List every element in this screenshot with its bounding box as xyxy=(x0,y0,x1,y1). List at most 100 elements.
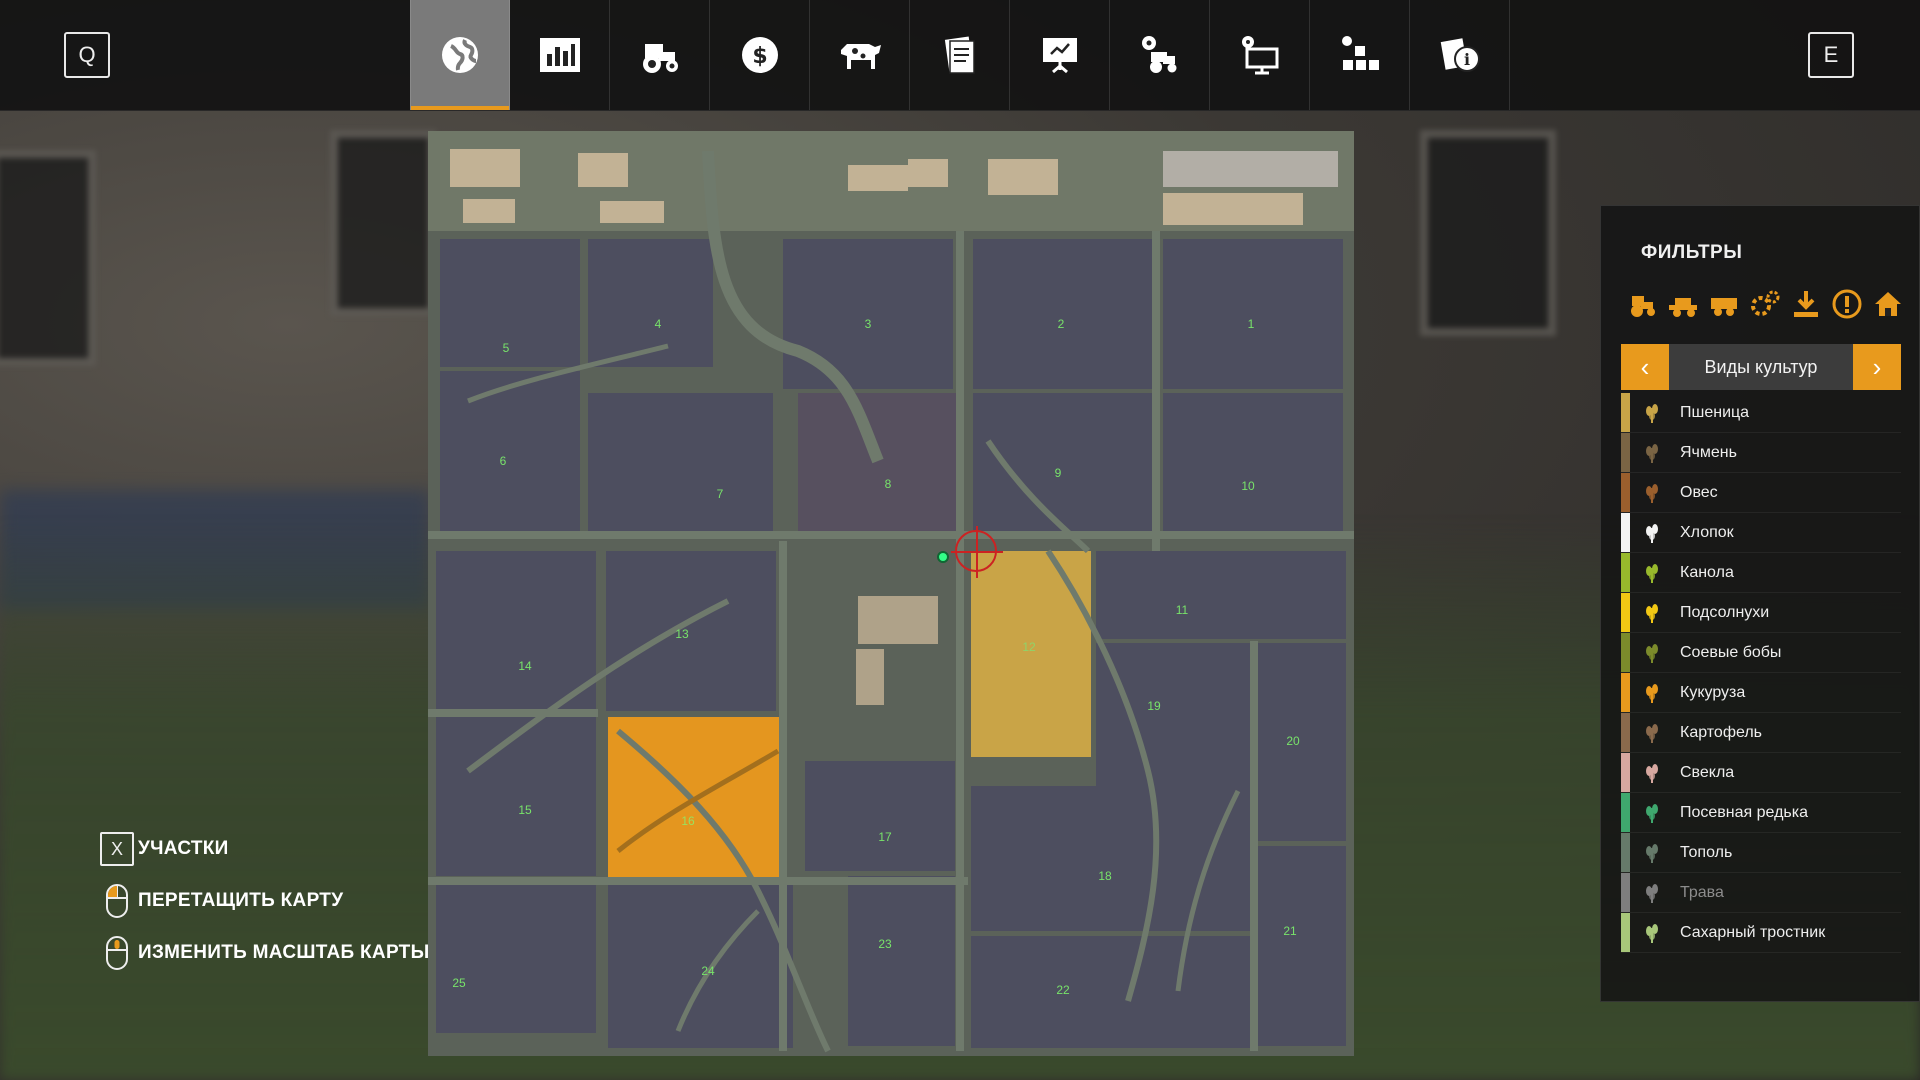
controls-legend: X УЧАСТКИ ПЕРЕТАЩИТЬ КАРТУ ИЗМЕНИТЬ МАСШ… xyxy=(100,823,429,979)
map-roads xyxy=(428,150,1354,1053)
prev-page-key[interactable]: Q xyxy=(64,32,110,78)
info-icon: i xyxy=(1440,38,1480,72)
crop-filter-item[interactable]: Пшеница xyxy=(1621,393,1901,433)
crop-filter-item[interactable]: Тополь xyxy=(1621,833,1901,873)
filter-icon-row xyxy=(1626,288,1904,320)
crop-label: Сахарный тростник xyxy=(1680,923,1826,941)
tab-animals[interactable] xyxy=(810,0,910,110)
farm-map[interactable]: 1 2 3 4 5 6 7 8 9 10 11 12 13 14 15 16 1… xyxy=(428,131,1354,1056)
selector-next-button[interactable]: › xyxy=(1853,344,1901,390)
tab-map[interactable] xyxy=(410,0,510,110)
beet-icon xyxy=(1640,761,1664,785)
crop-color-swatch xyxy=(1621,753,1630,792)
crop-filter-item[interactable]: Овес xyxy=(1621,473,1901,513)
selector-label: Виды культур xyxy=(1669,344,1853,390)
crop-color-swatch xyxy=(1621,633,1630,672)
crop-list: Пшеница Ячмень Овес Хлопок Канола Подсолнухи С… xyxy=(1621,393,1901,953)
field-number-19: 19 xyxy=(1147,699,1161,713)
crop-filter-item[interactable]: Сахарный тростник xyxy=(1621,913,1901,953)
canola-icon xyxy=(1640,561,1664,585)
home-icon[interactable] xyxy=(1872,288,1904,320)
legend-label: УЧАСТКИ xyxy=(138,838,229,859)
chevron-left-icon: ‹ xyxy=(1640,351,1650,382)
legend-label: ПЕРЕТАЩИТЬ КАРТУ xyxy=(138,890,344,911)
tab-help[interactable]: i xyxy=(1410,0,1510,110)
warning-icon[interactable] xyxy=(1831,288,1863,320)
svg-text:$: $ xyxy=(752,44,767,69)
tab-contracts[interactable] xyxy=(910,0,1010,110)
field-number-15: 15 xyxy=(518,803,532,817)
tab-vehicles[interactable] xyxy=(610,0,710,110)
dollar-icon: $ xyxy=(741,37,778,73)
crop-label: Соевые бобы xyxy=(1680,643,1782,661)
crop-label: Посевная редька xyxy=(1680,803,1809,821)
mouse-left-icon xyxy=(106,884,128,918)
field-number-21: 21 xyxy=(1283,924,1297,938)
field-number-7: 7 xyxy=(716,487,724,501)
mouse-wheel-icon xyxy=(106,936,128,970)
potato-icon xyxy=(1640,721,1664,745)
field-number-24: 24 xyxy=(701,964,715,978)
field-number-2: 2 xyxy=(1057,317,1065,331)
sunflower-icon xyxy=(1640,601,1664,625)
key-x: X xyxy=(100,832,134,866)
filters-title: ФИЛЬТРЫ xyxy=(1641,242,1743,263)
crop-filter-item[interactable]: Картофель xyxy=(1621,713,1901,753)
crop-label: Пшеница xyxy=(1680,403,1750,421)
field-number-10: 10 xyxy=(1241,479,1255,493)
field-number-20: 20 xyxy=(1286,734,1300,748)
player-position-icon xyxy=(937,551,949,563)
tab-general-settings[interactable] xyxy=(1210,0,1310,110)
legend-row-drag: ПЕРЕТАЩИТЬ КАРТУ xyxy=(100,875,429,927)
selector-prev-button[interactable]: ‹ xyxy=(1621,344,1669,390)
field-number-23: 23 xyxy=(878,937,892,951)
field-number-13: 13 xyxy=(675,627,689,641)
crop-filter-item[interactable]: Свекла xyxy=(1621,753,1901,793)
crop-label: Тополь xyxy=(1680,843,1733,861)
harvester-icon[interactable] xyxy=(1667,288,1699,320)
crop-filter-item[interactable]: Подсолнухи xyxy=(1621,593,1901,633)
sugarcane-icon xyxy=(1640,921,1664,945)
field-number-14: 14 xyxy=(518,659,532,673)
field-number-6: 6 xyxy=(499,454,507,468)
globe-icon xyxy=(442,37,478,73)
crop-filter-item[interactable]: Посевная редька xyxy=(1621,793,1901,833)
barley-icon xyxy=(1640,441,1664,465)
crop-label: Подсолнухи xyxy=(1680,603,1770,621)
field-number-5: 5 xyxy=(502,341,510,355)
background-window-mid xyxy=(330,130,436,316)
crop-color-swatch xyxy=(1621,553,1630,592)
menu-tabs: $ i xyxy=(410,0,1510,110)
map-cursor-crosshair xyxy=(951,526,1003,578)
crop-color-swatch xyxy=(1621,393,1630,432)
crop-filter-item[interactable]: Ячмень xyxy=(1621,433,1901,473)
field-number-17: 17 xyxy=(878,830,892,844)
crop-filter-item[interactable]: Канола xyxy=(1621,553,1901,593)
field-number-18: 18 xyxy=(1098,869,1112,883)
legend-row-zoom: ИЗМЕНИТЬ МАСШТАБ КАРТЫ xyxy=(100,927,429,979)
tools-icon[interactable] xyxy=(1749,288,1781,320)
soybean-icon xyxy=(1640,641,1664,665)
download-icon[interactable] xyxy=(1790,288,1822,320)
next-page-key[interactable]: E xyxy=(1808,32,1854,78)
tab-vehicle-settings[interactable] xyxy=(1110,0,1210,110)
trailer-icon[interactable] xyxy=(1708,288,1740,320)
field-number-8: 8 xyxy=(884,477,892,491)
crop-color-swatch xyxy=(1621,913,1630,952)
statistics-icon xyxy=(539,38,580,72)
tab-production[interactable] xyxy=(1310,0,1410,110)
crop-filter-item[interactable]: Хлопок xyxy=(1621,513,1901,553)
wheat-icon xyxy=(1640,401,1664,425)
field-number-25: 25 xyxy=(452,976,466,990)
presentation-icon xyxy=(1042,38,1077,74)
crop-filter-item[interactable]: Кукуруза xyxy=(1621,673,1901,713)
cotton-icon xyxy=(1640,521,1664,545)
crop-filter-item[interactable]: Трава xyxy=(1621,873,1901,913)
tab-finances[interactable]: $ xyxy=(710,0,810,110)
tab-tutorial[interactable] xyxy=(1010,0,1110,110)
tractor-icon[interactable] xyxy=(1626,288,1658,320)
tab-statistics[interactable] xyxy=(510,0,610,110)
crop-color-swatch xyxy=(1621,513,1630,552)
crop-label: Овес xyxy=(1680,483,1718,501)
crop-filter-item[interactable]: Соевые бобы xyxy=(1621,633,1901,673)
